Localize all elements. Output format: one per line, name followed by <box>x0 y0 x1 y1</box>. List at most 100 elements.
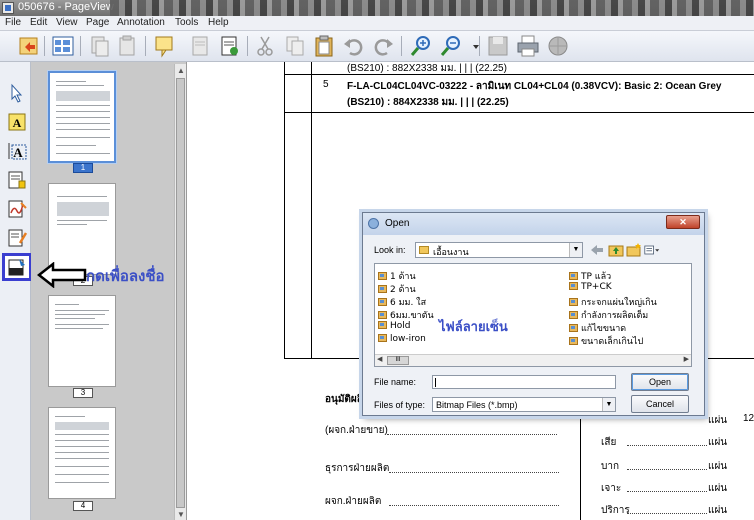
cancel-button[interactable]: Cancel <box>631 395 689 413</box>
annotation-text-sign: กดเพื่อลงชื่อ <box>86 267 165 285</box>
copy-icon[interactable] <box>283 34 307 58</box>
annotation-text-signature-file: ไฟล์ลายเซ็น <box>439 320 508 335</box>
copy-page-icon[interactable] <box>87 34 111 58</box>
svg-text:A: A <box>13 145 23 160</box>
paste-page-icon[interactable] <box>115 34 139 58</box>
file-item[interactable]: low-iron <box>378 334 426 346</box>
new-folder-icon[interactable] <box>626 242 642 258</box>
undo-icon[interactable] <box>342 34 366 58</box>
open-file-icon[interactable] <box>17 34 41 58</box>
file-item[interactable]: 6 มม. ใส <box>378 295 426 308</box>
doc-row5-line2: (BS210) : 884X2338 มม. | | | (22.25) <box>347 97 509 108</box>
page-number-4: 4 <box>73 501 93 511</box>
stamp-icon[interactable] <box>7 228 27 248</box>
bitmap-file-icon <box>569 298 578 306</box>
title-bar: 050676 - PageView <box>0 0 754 16</box>
menu-view[interactable]: View <box>56 17 78 28</box>
menu-tools[interactable]: Tools <box>175 17 198 28</box>
file-item[interactable]: 1 ด้าน <box>378 269 416 282</box>
bitmap-file-icon <box>378 321 387 329</box>
file-name-input[interactable] <box>432 375 616 389</box>
text-caret <box>435 378 436 387</box>
doc-unit-4: แผ่น <box>708 483 728 494</box>
file-item[interactable]: 6มม.ขาตัน <box>378 308 434 321</box>
signature-icon <box>8 259 25 276</box>
bitmap-file-icon <box>569 311 578 319</box>
file-item[interactable]: Hold <box>378 321 411 333</box>
doc-row-top-partial: (BS210) : 882X2338 มม. | | | (22.25) <box>347 63 507 74</box>
doc-sign-sales: (ผจก.ฝ่ายขาย) <box>325 425 388 436</box>
bitmap-file-icon <box>378 298 387 306</box>
bitmap-file-icon <box>378 334 387 342</box>
text-annotation-icon[interactable]: A <box>7 112 27 132</box>
print-icon[interactable] <box>516 34 540 58</box>
chevron-down-icon: ▼ <box>602 398 615 411</box>
note-icon[interactable] <box>152 34 176 58</box>
page-number-3: 3 <box>73 388 93 398</box>
dialog-title-bar: Open <box>363 213 704 235</box>
doc-label-cut: บาก <box>601 461 620 472</box>
highlight-icon[interactable] <box>7 170 27 190</box>
open-dialog: Open ✕ Look in: เอื้อนงาน ▼ 1 ด้าน 2 ด้า… <box>362 212 705 416</box>
view-menu-icon[interactable] <box>644 242 664 258</box>
cut-icon[interactable] <box>253 34 277 58</box>
file-list-scrollbar[interactable]: ◀ III ▶ <box>375 354 691 366</box>
file-list[interactable]: 1 ด้าน 2 ด้าน 6 มม. ใส 6มม.ขาตัน Hold lo… <box>374 263 692 367</box>
thumbnail-scrollbar[interactable]: ▲ ▼ <box>174 64 186 520</box>
web-icon[interactable] <box>546 34 570 58</box>
thumbnail-page-1[interactable] <box>48 71 116 163</box>
chevron-down-icon: ▼ <box>569 243 582 257</box>
file-type-label: Files of type: <box>374 400 426 410</box>
page-icon[interactable] <box>188 34 212 58</box>
window-title: 050676 - PageView <box>18 1 114 13</box>
zoom-out-icon[interactable] <box>439 34 463 58</box>
scroll-grip[interactable]: III <box>387 356 409 365</box>
tool-column: A A <box>0 62 32 520</box>
folder-icon <box>419 246 429 254</box>
insert-page-icon[interactable] <box>217 34 241 58</box>
doc-approve-label: อนุมัติผลิ <box>325 394 363 405</box>
freehand-icon[interactable] <box>7 199 27 219</box>
file-item[interactable]: กระจกแผ่นใหญ่เกิน <box>569 295 657 308</box>
pointer-icon[interactable] <box>7 83 27 103</box>
zoom-dropdown-icon[interactable] <box>464 34 479 58</box>
doc-label-waste: เสีย <box>601 437 617 448</box>
save-icon[interactable] <box>486 34 510 58</box>
file-item[interactable]: แก้ไขขนาด <box>569 321 626 334</box>
signature-tool-button[interactable] <box>2 253 32 281</box>
file-item[interactable]: TP แล้ว <box>569 269 611 282</box>
back-icon[interactable] <box>589 242 605 258</box>
doc-unit-3: แผ่น <box>708 461 728 472</box>
toolbar <box>0 31 754 62</box>
thumbnail-page-3[interactable] <box>48 295 116 387</box>
thumbnail-page-4[interactable] <box>48 407 116 499</box>
file-name-label: File name: <box>374 377 417 387</box>
file-item[interactable]: TP+CK <box>569 282 612 294</box>
file-item[interactable]: 2 ด้าน <box>378 282 416 295</box>
open-button[interactable]: Open <box>631 373 689 391</box>
paste-icon[interactable] <box>312 34 336 58</box>
redo-icon[interactable] <box>371 34 395 58</box>
file-item[interactable]: ขนาดเล็กเกินไป <box>569 334 643 347</box>
file-type-value: Bitmap Files (*.bmp) <box>436 400 518 410</box>
menu-edit[interactable]: Edit <box>30 17 47 28</box>
doc-sign-production: ผจก.ฝ่ายผลิต <box>325 496 382 507</box>
doc-sign-admin: ธุรการฝ่ายผลิต <box>325 463 390 474</box>
thumbnails-view-icon[interactable] <box>51 34 75 58</box>
thumbnail-panel: 1 2 3 4 ▲ ▼ <box>31 62 186 520</box>
look-in-select[interactable]: เอื้อนงาน ▼ <box>415 242 583 258</box>
zoom-in-icon[interactable] <box>409 34 433 58</box>
doc-unit-5: แผ่น <box>708 505 728 516</box>
text-box-icon[interactable]: A <box>7 141 27 161</box>
file-type-select[interactable]: Bitmap Files (*.bmp) ▼ <box>432 397 616 412</box>
look-in-value: เอื้อนงาน <box>433 248 469 258</box>
up-folder-icon[interactable] <box>608 242 624 258</box>
menu-page[interactable]: Page <box>86 17 109 28</box>
menu-file[interactable]: File <box>5 17 21 28</box>
close-button[interactable]: ✕ <box>666 215 700 229</box>
doc-row5-line1: F-LA-CL04CL04VC-03222 - ลามิเนท CL04+CL0… <box>347 81 722 92</box>
menu-help[interactable]: Help <box>208 17 229 28</box>
file-item[interactable]: กำลังการผลิตเต็ม <box>569 308 648 321</box>
menu-annotation[interactable]: Annotation <box>117 17 165 28</box>
dialog-icon <box>368 218 379 229</box>
